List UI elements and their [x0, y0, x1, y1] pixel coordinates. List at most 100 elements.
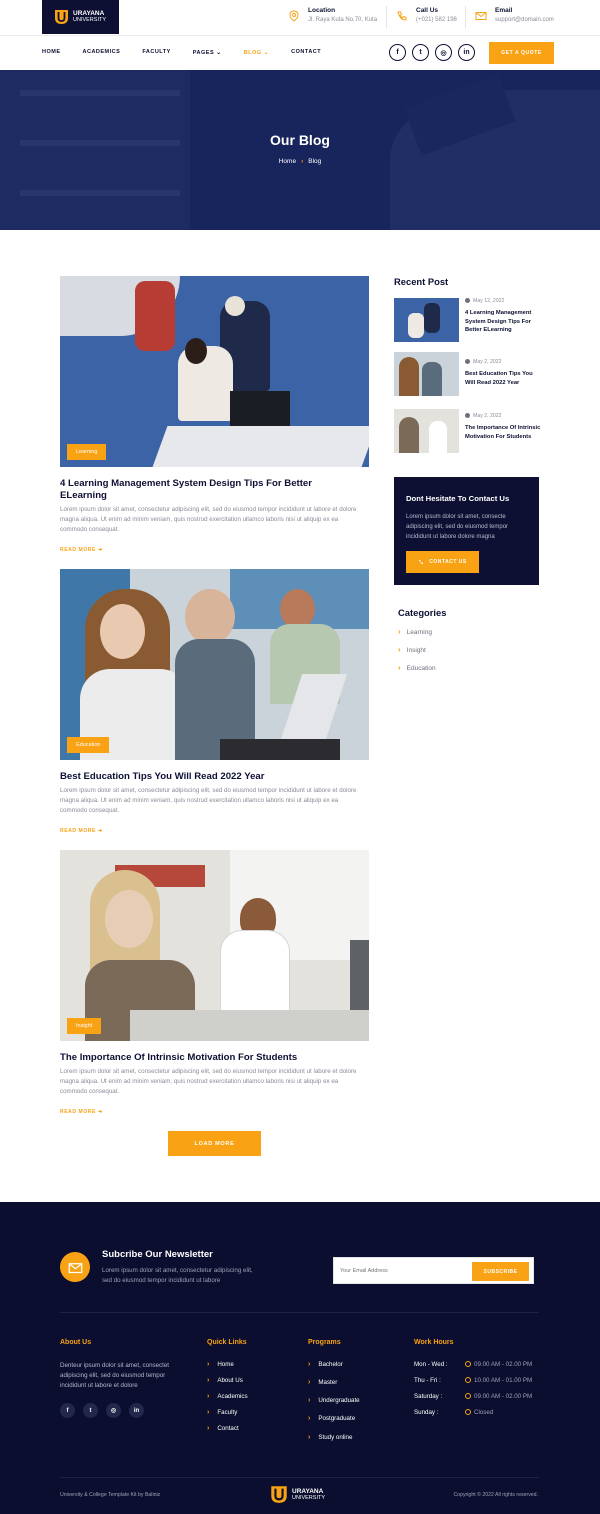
twitter-icon[interactable]: t	[412, 44, 429, 61]
post-image[interactable]: Insight	[60, 850, 369, 1041]
contact-phone: Call Us (+021) 582 198	[396, 7, 457, 23]
chevron-right-icon: ›	[207, 1393, 210, 1400]
read-more-link[interactable]: READ MORE ➔	[60, 1109, 103, 1115]
footer-link-home[interactable]: › Home	[207, 1361, 234, 1368]
footer-logo[interactable]: URAYANA UNIVERSITY	[270, 1485, 325, 1504]
clock-icon	[465, 359, 470, 364]
read-more-link[interactable]: READ MORE ➔	[60, 828, 103, 834]
category-learning[interactable]: › Learning	[398, 627, 432, 636]
footer-link-label: About Us	[217, 1377, 243, 1384]
recent-post-title[interactable]: The Importance Of Intrinsic Motivation F…	[465, 424, 541, 441]
contact-us-button[interactable]: CONTACT US	[406, 551, 479, 573]
photo-shape	[100, 604, 145, 659]
program-study-online[interactable]: › Study online	[308, 1434, 352, 1441]
footer-link-about[interactable]: › About Us	[207, 1377, 243, 1384]
categories-heading: Categories	[398, 607, 447, 618]
load-more-button[interactable]: LOAD MORE	[168, 1131, 261, 1156]
footer-copyright: Copyright © 2022 All rights reserved.	[453, 1492, 538, 1498]
work-day: Mon - Wed :	[414, 1361, 448, 1368]
program-label: Master	[318, 1379, 338, 1386]
nav-blog[interactable]: BLOG ⌄	[244, 49, 269, 56]
footer-credit: University & College Template Kit by Bal…	[60, 1492, 161, 1498]
get-a-quote-button[interactable]: GET A QUOTE	[489, 42, 554, 64]
footer-about-heading: About Us	[60, 1339, 92, 1346]
twitter-icon[interactable]: t	[83, 1403, 98, 1418]
clock-icon	[465, 413, 470, 418]
photo-shape	[408, 313, 424, 338]
footer-link-academics[interactable]: › Academics	[207, 1393, 248, 1400]
nav-blog-label: BLOG	[243, 50, 262, 56]
instagram-icon[interactable]: ◎	[106, 1403, 121, 1418]
chevron-right-icon: ›	[207, 1361, 210, 1368]
nav-home[interactable]: HOME	[42, 49, 61, 56]
recent-post-thumbnail[interactable]	[394, 409, 459, 453]
recent-post-thumbnail[interactable]	[394, 298, 459, 342]
linkedin-icon[interactable]: in	[129, 1403, 144, 1418]
program-undergraduate[interactable]: › Undergraduate	[308, 1397, 360, 1404]
program-postgraduate[interactable]: › Postgraduate	[308, 1415, 355, 1422]
photo-shape	[225, 296, 245, 316]
footer-link-contact[interactable]: › Contact	[207, 1425, 239, 1432]
category-label: Education	[406, 665, 436, 672]
photo-shape	[185, 589, 235, 644]
footer-social-links: f t ◎ in	[60, 1403, 144, 1418]
recent-post-title[interactable]: Best Education Tips You Will Read 2022 Y…	[465, 370, 541, 387]
chevron-right-icon: ›	[308, 1397, 311, 1404]
subscribe-button[interactable]: SUBSCRIBE	[472, 1262, 529, 1281]
nav-pages[interactable]: PAGES ⌄	[193, 49, 222, 56]
main-nav-bar: HOME ACADEMICS FACULTY PAGES ⌄ BLOG ⌄ CO…	[0, 35, 600, 70]
post-title[interactable]: 4 Learning Management System Design Tips…	[60, 478, 360, 502]
category-insight[interactable]: › Insight	[398, 645, 426, 654]
work-hours-value: Closed	[465, 1409, 493, 1416]
contact-value: support@domain.com	[495, 17, 554, 23]
top-bar: URAYANA UNIVERSITY Location Jl. Raya Kut…	[0, 0, 600, 35]
work-hours-value: 09.00 AM - 02.00 PM	[465, 1393, 532, 1400]
footer-quick-links-heading: Quick Links	[207, 1339, 247, 1346]
read-more-link[interactable]: READ MORE ➔	[60, 547, 103, 553]
breadcrumb-separator-icon: ›	[301, 158, 304, 165]
chevron-down-icon: ⌄	[263, 50, 270, 56]
category-label: Insight	[406, 647, 426, 654]
linkedin-icon[interactable]: in	[458, 44, 475, 61]
newsletter-email-input[interactable]	[340, 1263, 460, 1278]
facebook-icon[interactable]: f	[60, 1403, 75, 1418]
nav-pages-label: PAGES	[192, 50, 215, 56]
instagram-icon[interactable]: ◎	[435, 44, 452, 61]
footer-divider	[60, 1477, 539, 1478]
post-image[interactable]: Education	[60, 569, 369, 760]
newsletter-form: SUBSCRIBE	[333, 1257, 534, 1284]
footer-link-faculty[interactable]: › Faculty	[207, 1409, 237, 1416]
post-category-tag[interactable]: Insight	[67, 1018, 102, 1034]
post-title[interactable]: The Importance Of Intrinsic Motivation F…	[60, 1052, 360, 1064]
footer-divider	[60, 1312, 539, 1313]
category-education[interactable]: › Education	[398, 663, 436, 672]
main-nav: HOME ACADEMICS FACULTY PAGES ⌄ BLOG ⌄ CO…	[42, 49, 321, 56]
post-category-tag[interactable]: Learning	[67, 444, 107, 460]
clock-icon	[465, 1377, 471, 1383]
newsletter-text: Lorem ipsum dolor sit amet, consectetur …	[102, 1267, 253, 1284]
recent-post-heading: Recent Post	[394, 276, 449, 287]
program-label: Postgraduate	[318, 1415, 356, 1422]
post-category-tag[interactable]: Education	[67, 737, 110, 753]
location-pin-icon	[289, 10, 299, 22]
breadcrumb-home[interactable]: Home	[279, 158, 296, 165]
program-bachelor[interactable]: › Bachelor	[308, 1361, 343, 1368]
nav-contact[interactable]: CONTACT	[291, 49, 321, 56]
photo-shape	[130, 1010, 369, 1041]
work-day: Saturday :	[414, 1393, 443, 1400]
program-master[interactable]: › Master	[308, 1379, 337, 1386]
program-label: Undergraduate	[318, 1397, 360, 1404]
clock-icon	[465, 1409, 471, 1415]
recent-post-title[interactable]: 4 Learning Management System Design Tips…	[465, 309, 541, 335]
recent-post-date: May 2, 2022	[465, 359, 502, 365]
work-hours-text: Closed	[474, 1409, 494, 1416]
nav-academics[interactable]: ACADEMICS	[83, 49, 121, 56]
post-title[interactable]: Best Education Tips You Will Read 2022 Y…	[60, 771, 360, 783]
contact-value: (+021) 582 198	[416, 17, 457, 23]
nav-faculty[interactable]: FACULTY	[142, 49, 170, 56]
recent-post-thumbnail[interactable]	[394, 352, 459, 396]
site-logo[interactable]: URAYANA UNIVERSITY	[42, 0, 119, 34]
post-image[interactable]: Learning	[60, 276, 369, 467]
facebook-icon[interactable]: f	[389, 44, 406, 61]
footer-link-label: Academics	[217, 1393, 248, 1400]
